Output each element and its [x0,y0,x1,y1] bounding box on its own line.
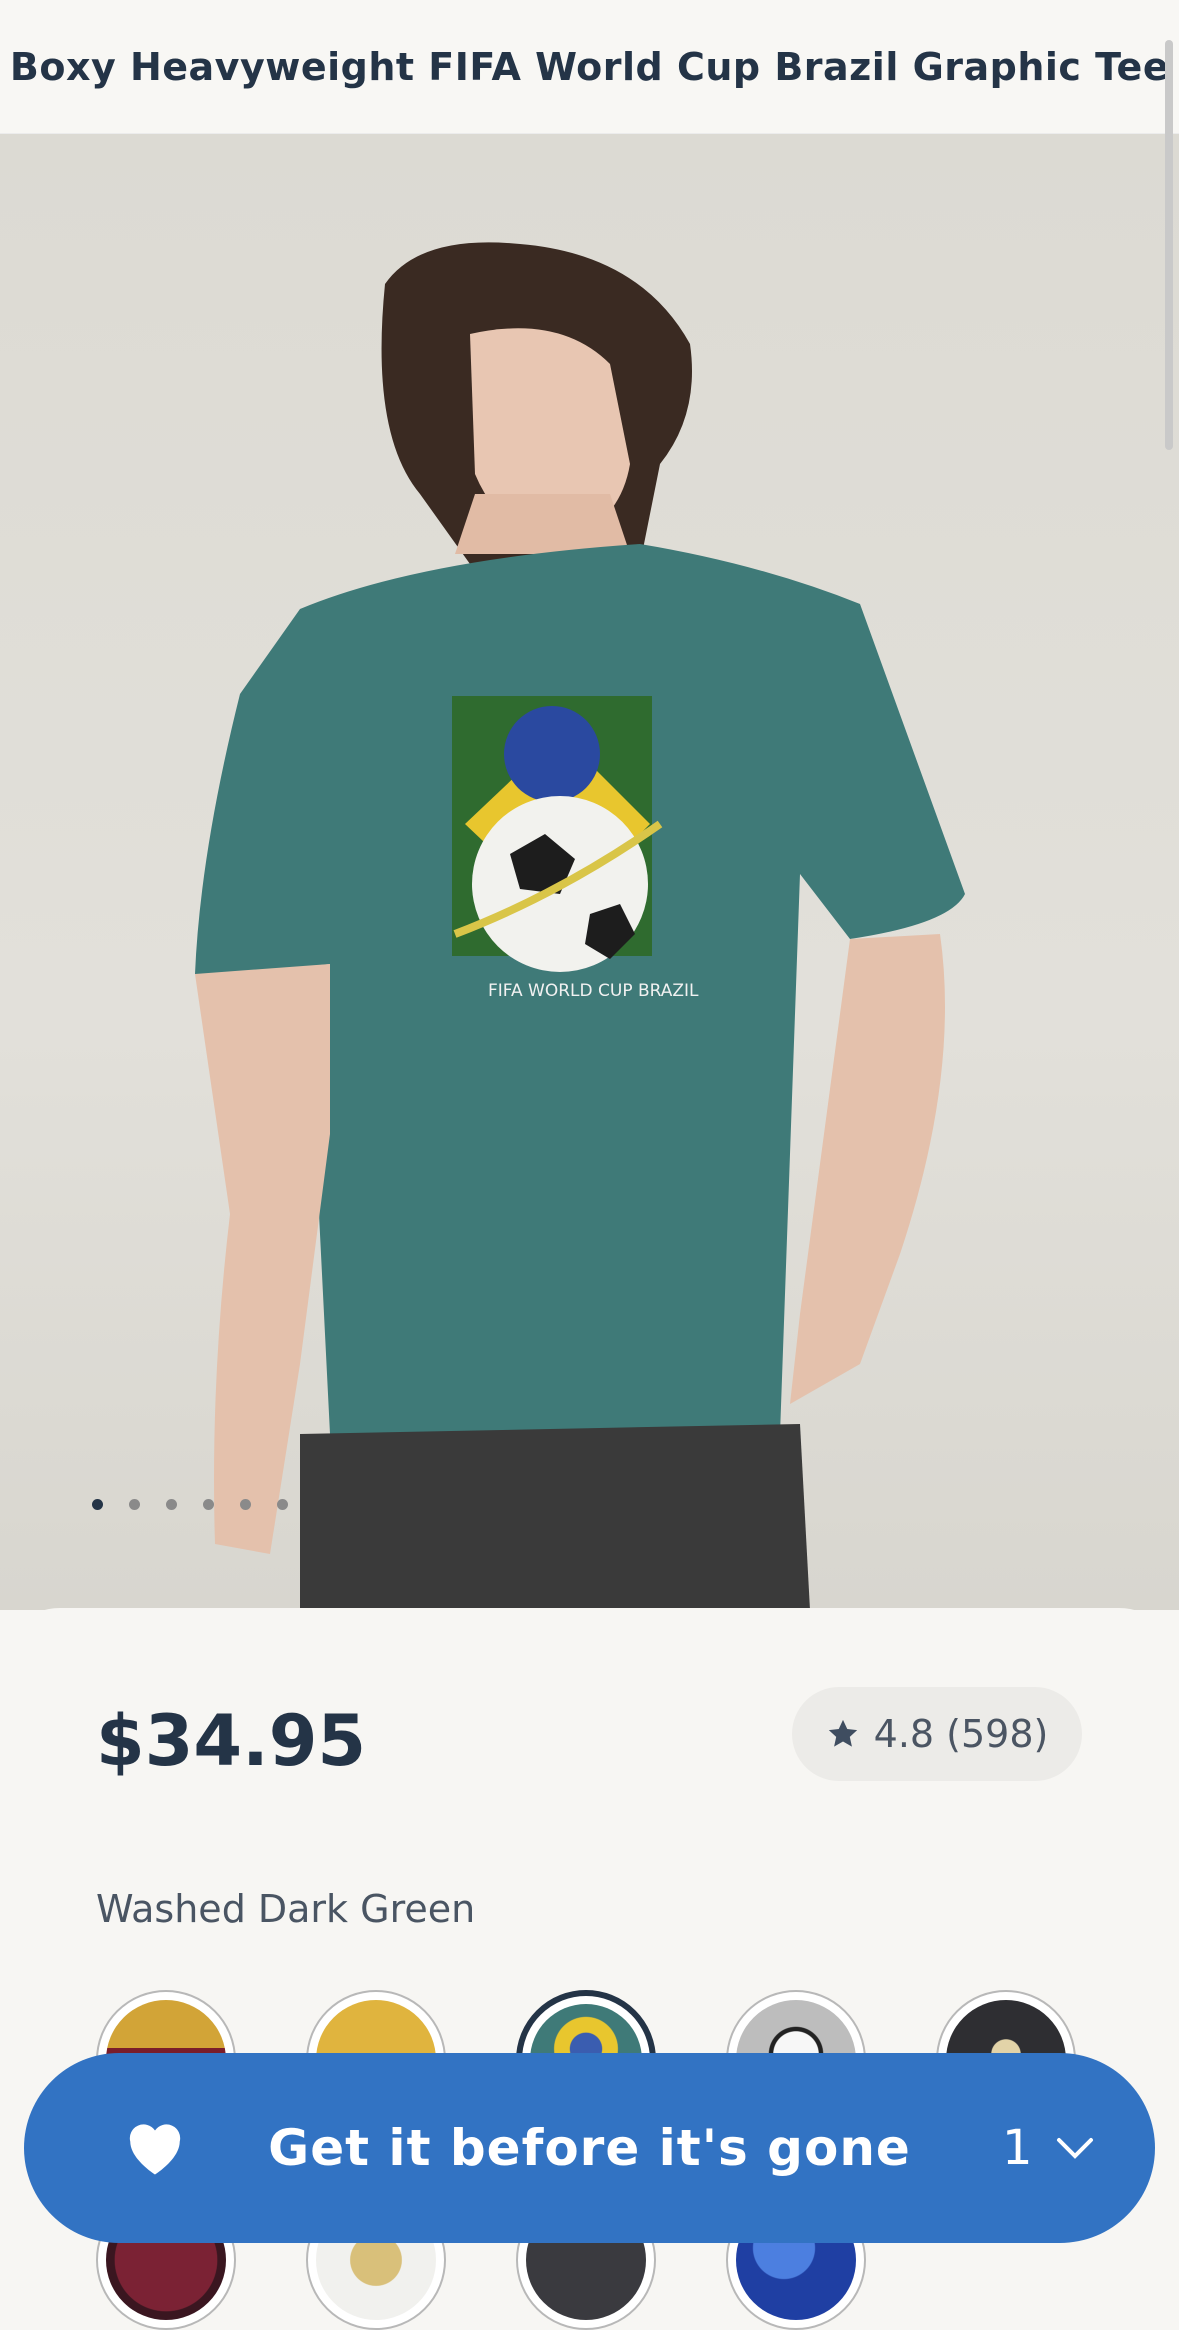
rating-badge[interactable]: 4.8 (598) [792,1687,1082,1781]
gallery-pagination [92,1499,288,1510]
gallery-dot[interactable] [240,1499,251,1510]
gallery-dot[interactable] [129,1499,140,1510]
gallery-dot[interactable] [92,1499,103,1510]
add-to-bag-button[interactable]: Get it before it's gone 1 [24,2053,1155,2243]
svg-text:FIFA WORLD CUP BRAZIL: FIFA WORLD CUP BRAZIL [488,981,699,1001]
gallery-dot[interactable] [166,1499,177,1510]
cta-label: Get it before it's gone [268,2119,911,2177]
scrollbar[interactable] [1165,40,1173,450]
chevron-down-icon [1056,2138,1093,2159]
price: $34.95 [96,1700,367,1782]
product-image-gallery[interactable]: FIFA WORLD CUP BRAZIL [0,134,1179,1610]
gallery-dot[interactable] [203,1499,214,1510]
quantity-value: 1 [1002,2120,1033,2176]
page-title: Boxy Heavyweight FIFA World Cup Brazil G… [9,44,1170,89]
selected-color-name: Washed Dark Green [96,1887,476,1931]
rating-text: 4.8 (598) [873,1712,1049,1756]
product-header: Boxy Heavyweight FIFA World Cup Brazil G… [0,0,1179,134]
product-photo: FIFA WORLD CUP BRAZIL [195,242,965,1610]
star-icon [828,1719,857,1747]
gallery-dot[interactable] [277,1499,288,1510]
quantity-selector[interactable]: 1 [1002,2053,1095,2243]
